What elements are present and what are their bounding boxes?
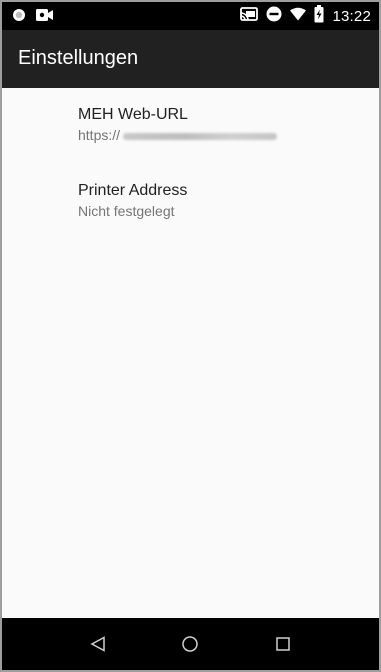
pref-summary: Nicht festgelegt: [78, 203, 368, 219]
pref-title: Printer Address: [78, 182, 188, 199]
do-not-disturb-icon: [266, 6, 282, 27]
wifi-icon: [290, 7, 307, 26]
cast-icon: [240, 6, 259, 27]
app-bar: Einstellungen: [2, 30, 379, 88]
device-screen: 13:22 Einstellungen MEH Web-URL https://…: [0, 0, 381, 672]
pref-summary-text: https://: [78, 127, 121, 143]
pref-meh-web-url[interactable]: MEH Web-URL https://: [78, 106, 368, 143]
pref-summary: https://: [78, 127, 368, 143]
status-right-icons: 13:22: [240, 4, 371, 28]
recents-icon[interactable]: [270, 631, 296, 657]
pref-summary-text: Nicht festgelegt: [78, 203, 175, 219]
battery-charging-icon: [314, 4, 324, 28]
back-icon[interactable]: [85, 631, 111, 657]
settings-list: MEH Web-URL https:// Printer Address Nic…: [2, 88, 379, 618]
status-time: 13:22: [332, 7, 371, 25]
status-bar: 13:22: [2, 2, 379, 30]
navigation-bar: [2, 618, 379, 670]
home-icon[interactable]: [177, 631, 203, 657]
redacted-url-blur: [123, 132, 278, 140]
pref-title: MEH Web-URL: [78, 106, 188, 123]
status-left-icons: [12, 8, 54, 27]
notification-dot-icon: [12, 8, 26, 27]
video-camera-icon: [36, 8, 54, 27]
pref-printer-address[interactable]: Printer Address Nicht festgelegt: [78, 182, 368, 219]
page-title: Einstellungen: [18, 47, 139, 69]
